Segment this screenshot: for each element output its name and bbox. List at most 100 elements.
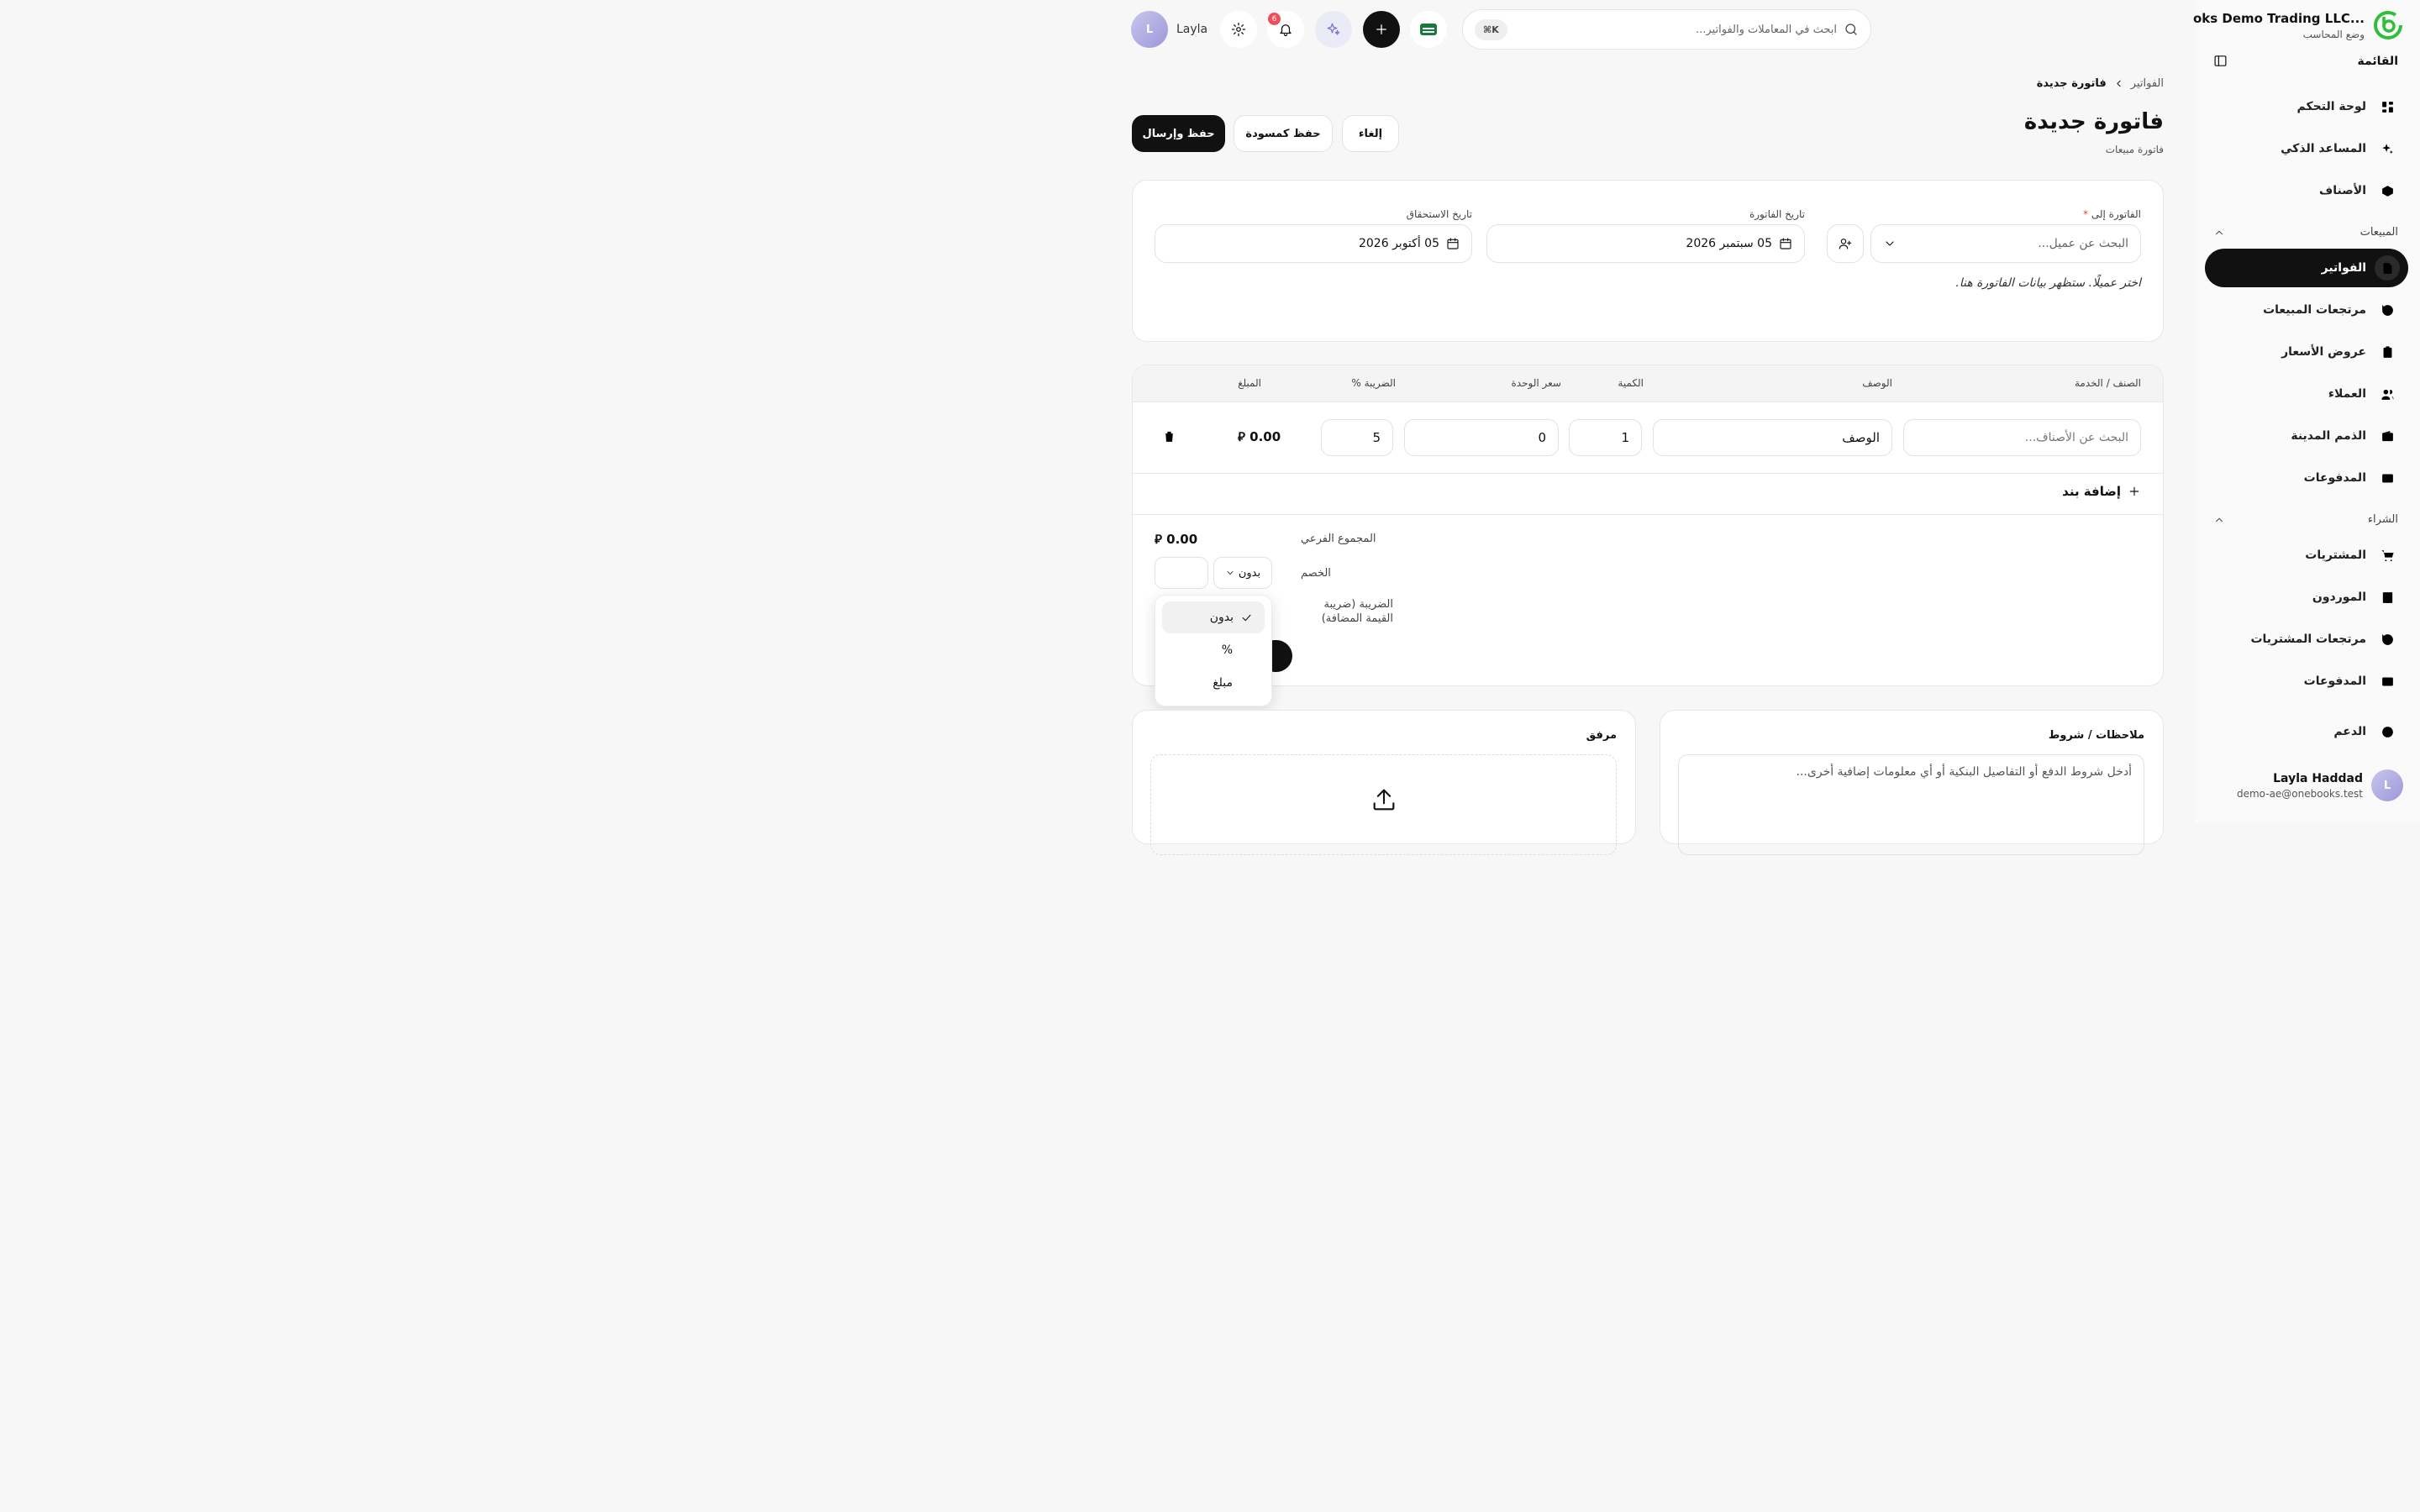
- sidebar-item-payments-purchase[interactable]: المدفوعات: [2205, 662, 2408, 701]
- col-quantity: الكمية: [1618, 377, 1644, 389]
- nav-group-label: المبيعات: [2360, 226, 2398, 239]
- sidebar-item-support[interactable]: الدعم: [2205, 712, 2408, 751]
- sidebar-item-customers[interactable]: العملاء: [2205, 375, 2408, 413]
- table-header: الصنف / الخدمة الوصف الكمية سعر الوحدة ا…: [1133, 365, 2163, 402]
- discount-value-input[interactable]: [1155, 557, 1208, 589]
- box-icon: [2375, 178, 2400, 203]
- bill-to-label: الفاتورة إلى *: [2083, 208, 2141, 220]
- brand[interactable]: oks Demo Trading LLC... وضع المحاسب: [2193, 10, 2403, 40]
- item-search-placeholder: البحث عن الأصناف...: [2024, 431, 2128, 444]
- dropdown-option-amount[interactable]: مبلغ: [1162, 667, 1265, 699]
- sidebar-item-quotes[interactable]: عروض الأسعار: [2205, 333, 2408, 371]
- due-date-value: 05 أكتوبر 2026: [1358, 237, 1439, 250]
- sidebar-user-card[interactable]: L Layla Haddad demo-ae@onebooks.test: [2237, 769, 2403, 801]
- sidebar-toggle-icon[interactable]: [2213, 54, 2228, 68]
- sidebar-item-suppliers[interactable]: الموردون: [2205, 578, 2408, 617]
- customer-select[interactable]: البحث عن عميل...: [1870, 224, 2141, 263]
- ai-assistant-button[interactable]: [1315, 11, 1352, 48]
- nav-group-purchase[interactable]: الشراء: [2213, 513, 2398, 526]
- notes-card: ملاحظات / شروط أدخل شروط الدفع أو التفاص…: [1660, 710, 2164, 855]
- search-input[interactable]: ابحث في المعاملات والفواتير...: [1514, 24, 1837, 36]
- line-items-card: الصنف / الخدمة الوصف الكمية سعر الوحدة ا…: [1132, 365, 2164, 686]
- clipboard-icon: [2375, 339, 2400, 365]
- trash-icon[interactable]: [1162, 429, 1176, 447]
- top-user-name: Layla: [1176, 23, 1208, 36]
- invoice-date-field[interactable]: 05 سبتمبر 2026: [1486, 224, 1805, 263]
- sidebar-item-label: المساعد الذكي: [2281, 142, 2366, 155]
- chevron-up-icon: [2213, 227, 2225, 239]
- top-user-menu[interactable]: L Layla: [1131, 11, 1207, 48]
- col-tax: الضريبة %: [1351, 377, 1396, 389]
- unit-price-input[interactable]: 0: [1404, 419, 1559, 456]
- description-input[interactable]: الوصف: [1653, 419, 1892, 456]
- calendar-icon: [1446, 237, 1460, 250]
- add-line-button[interactable]: إضافة بند: [2062, 484, 2141, 499]
- spreadsheet-button[interactable]: [1410, 11, 1447, 48]
- notifications-button[interactable]: 6: [1267, 11, 1304, 48]
- sidebar-item-purchase-returns[interactable]: مرتجعات المشتريات: [2205, 620, 2408, 659]
- due-date-field[interactable]: 05 أكتوبر 2026: [1155, 224, 1472, 263]
- grid-icon: [2375, 94, 2400, 119]
- save-draft-button[interactable]: حفظ كمسودة: [1234, 115, 1333, 152]
- sidebar-item-label: المشتريات: [2305, 549, 2366, 562]
- global-search[interactable]: ابحث في المعاملات والفواتير... ⌘K: [1462, 9, 1871, 50]
- customer-hint: اختر عميلًا. ستظهر بيانات الفاتورة هنا.: [1955, 276, 2141, 290]
- sidebar-item-label: الفواتير: [2321, 261, 2366, 275]
- discount-type-value: بدون: [1238, 566, 1261, 580]
- sidebar-item-label: الذمم المدينة: [2291, 429, 2366, 443]
- credit-card-icon: [2375, 465, 2400, 491]
- sidebar-item-label: الأصناف: [2319, 184, 2366, 197]
- dropdown-option-percent[interactable]: %: [1162, 634, 1265, 666]
- subtotal-label: المجموع الفرعي: [1301, 533, 1376, 545]
- sidebar-item-items[interactable]: الأصناف: [2205, 171, 2408, 210]
- notes-textarea[interactable]: أدخل شروط الدفع أو التفاصيل البنكية أو أ…: [1678, 754, 2144, 855]
- bill-to-label-text: الفاتورة إلى: [2091, 208, 2141, 220]
- sidebar-item-ai-assistant[interactable]: المساعد الذكي: [2205, 129, 2408, 168]
- cancel-button[interactable]: إلغاء: [1342, 115, 1399, 152]
- sidebar-item-invoices[interactable]: الفواتير: [2205, 249, 2408, 287]
- quantity-input[interactable]: 1: [1569, 419, 1642, 456]
- brand-mode: وضع المحاسب: [2302, 28, 2365, 40]
- sidebar-item-dashboard[interactable]: لوحة التحكم: [2205, 87, 2408, 126]
- search-icon: [1844, 22, 1859, 37]
- lifebuoy-icon: [2375, 719, 2400, 744]
- add-line-label: إضافة بند: [2062, 484, 2121, 499]
- breadcrumb-invoices[interactable]: الفواتير: [2131, 77, 2164, 90]
- attachment-dropzone[interactable]: [1150, 754, 1617, 855]
- create-new-button[interactable]: [1363, 11, 1400, 48]
- due-date-label: تاريخ الاستحقاق: [1406, 208, 1472, 220]
- user-plus-icon: [1839, 237, 1852, 250]
- save-and-send-button[interactable]: حفظ وإرسال: [1132, 115, 1225, 152]
- check-icon: [1240, 612, 1253, 624]
- brand-name: oks Demo Trading LLC...: [2192, 10, 2365, 26]
- item-search-input[interactable]: البحث عن الأصناف...: [1903, 419, 2141, 456]
- brand-logo-icon: [2374, 11, 2402, 39]
- sidebar-item-label: لوحة التحكم: [2296, 100, 2366, 113]
- attachment-card: مرفق: [1132, 710, 1636, 855]
- invoice-date-label: تاريخ الفاتورة: [1749, 208, 1805, 220]
- quantity-value: 1: [1621, 430, 1629, 445]
- breadcrumb: الفواتير فاتورة جديدة: [2037, 77, 2164, 90]
- sidebar-item-payments-sales[interactable]: المدفوعات: [2205, 459, 2408, 497]
- settings-button[interactable]: [1220, 11, 1257, 48]
- sidebar-item-label: مرتجعات المبيعات: [2263, 303, 2366, 317]
- user-name: Layla Haddad: [2273, 771, 2363, 785]
- discount-label: الخصم: [1301, 567, 1331, 580]
- sidebar-item-purchases[interactable]: المشتريات: [2205, 536, 2408, 575]
- add-customer-button[interactable]: [1827, 224, 1864, 263]
- building-icon: [2375, 585, 2400, 610]
- sidebar-item-receivables[interactable]: الذمم المدينة: [2205, 417, 2408, 455]
- plus-icon: [1374, 22, 1389, 37]
- page-title: فاتورة جديدة: [2023, 109, 2164, 134]
- sidebar-item-sales-returns[interactable]: مرتجعات المبيعات: [2205, 291, 2408, 329]
- dropdown-option-label: %: [1221, 643, 1233, 657]
- nav-group-sales[interactable]: المبيعات: [2213, 226, 2398, 239]
- breadcrumb-current: فاتورة جديدة: [2036, 77, 2107, 90]
- tax-input[interactable]: 5: [1321, 419, 1393, 456]
- invoice-info-card: الفاتورة إلى * البحث عن عميل... تاريخ ال…: [1132, 180, 2164, 342]
- dropdown-option-none[interactable]: بدون: [1162, 601, 1265, 633]
- vat-label: الضريبة (ضريبة القيمة المضافة): [1321, 598, 1393, 625]
- cart-icon: [2375, 543, 2400, 568]
- sidebar-item-label: مرتجعات المشتريات: [2250, 633, 2366, 646]
- discount-type-select[interactable]: بدون: [1213, 557, 1272, 589]
